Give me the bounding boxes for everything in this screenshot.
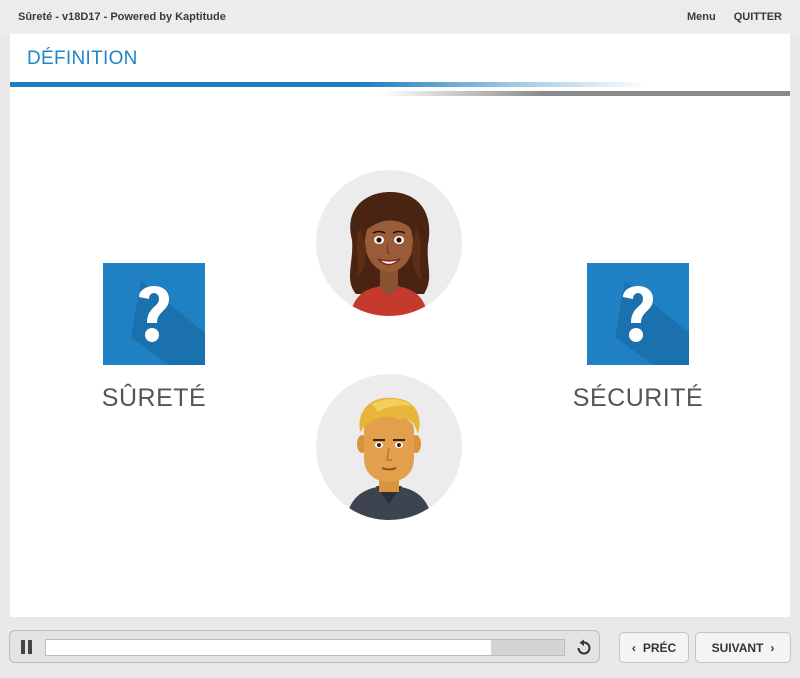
media-player-bar bbox=[9, 630, 600, 663]
title-underline-blue bbox=[10, 82, 650, 87]
slide-panel: DÉFINITION SÛRETÉ SÉCURITÉ bbox=[10, 34, 790, 617]
question-mark-icon bbox=[131, 281, 205, 365]
prev-button[interactable]: ‹ PRÉC bbox=[619, 632, 689, 663]
top-menu: Menu QUITTER bbox=[687, 11, 782, 23]
prev-label: PRÉC bbox=[642, 640, 677, 655]
menu-button[interactable]: Menu bbox=[687, 11, 716, 23]
woman-avatar bbox=[316, 170, 462, 316]
man-avatar bbox=[316, 374, 462, 520]
chevron-left-icon: ‹ bbox=[631, 640, 636, 655]
term-securite: SÉCURITÉ bbox=[572, 384, 704, 412]
question-card-left bbox=[103, 263, 205, 365]
title-underline-grey bbox=[380, 91, 790, 96]
question-card-right bbox=[587, 263, 689, 365]
question-mark-icon bbox=[615, 281, 689, 365]
next-label: SUIVANT bbox=[711, 640, 764, 655]
pause-icon[interactable] bbox=[20, 640, 34, 654]
replay-icon[interactable] bbox=[575, 639, 593, 657]
next-button[interactable]: SUIVANT › bbox=[695, 632, 791, 663]
term-surete: SÛRETÉ bbox=[101, 384, 207, 412]
slide-title: DÉFINITION bbox=[27, 48, 138, 69]
top-bar: Sûreté - v18D17 - Powered by Kaptitude M… bbox=[0, 0, 800, 34]
progress-bar[interactable] bbox=[45, 639, 565, 656]
chevron-right-icon: › bbox=[770, 640, 775, 655]
quit-button[interactable]: QUITTER bbox=[734, 11, 782, 23]
progress-fill bbox=[46, 640, 492, 655]
app-title: Sûreté - v18D17 - Powered by Kaptitude bbox=[18, 11, 226, 23]
